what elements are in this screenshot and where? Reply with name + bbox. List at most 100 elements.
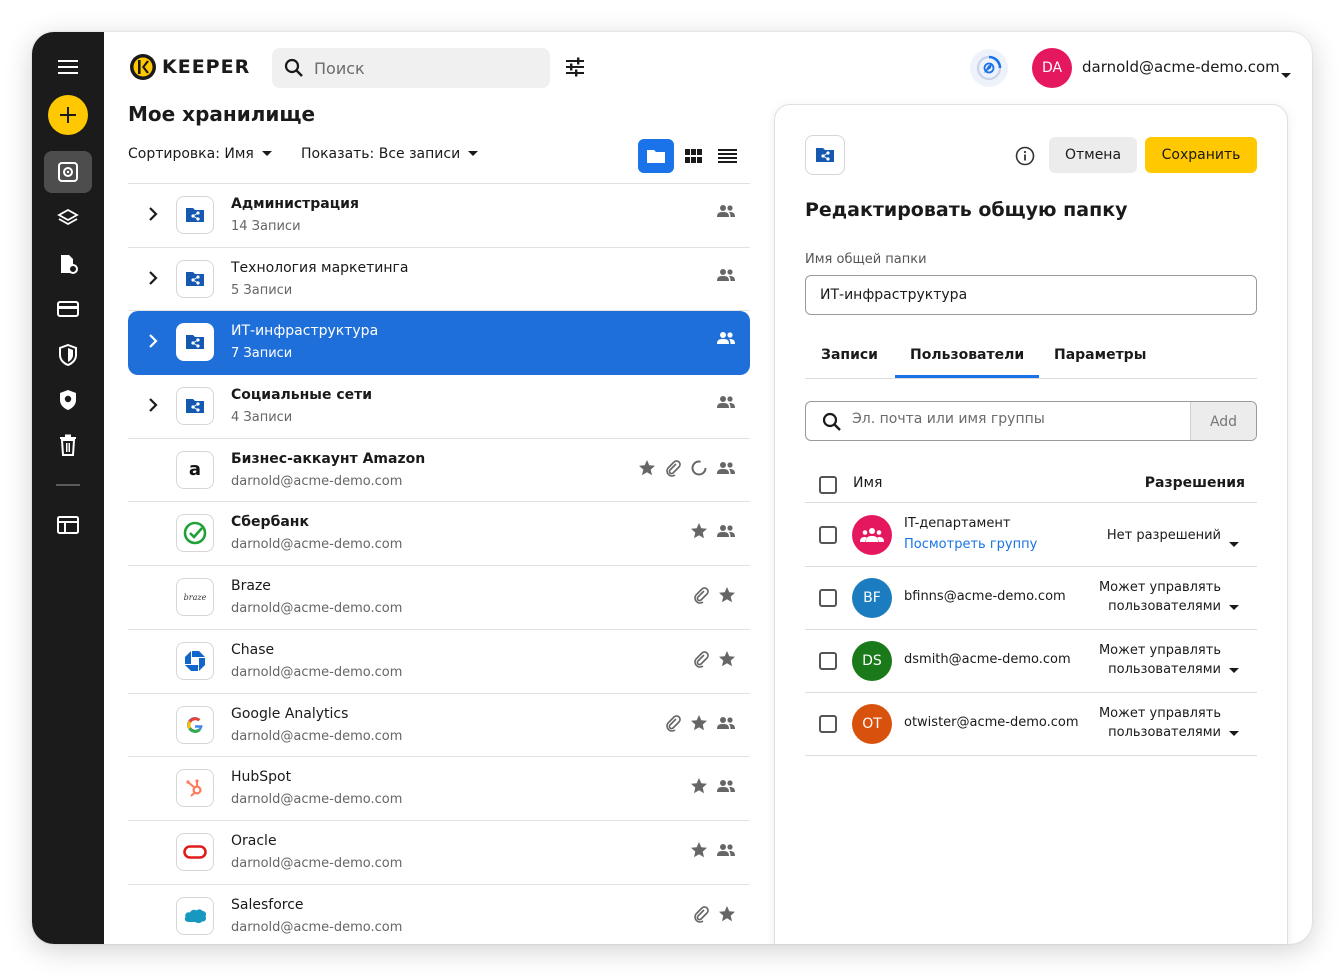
cancel-button[interactable]: Отмена xyxy=(1049,137,1137,173)
filter-settings-icon[interactable] xyxy=(564,56,588,80)
chevron-right-icon[interactable] xyxy=(148,270,162,290)
user-search-input[interactable] xyxy=(852,411,1172,427)
record-row[interactable]: Google Analytics darnold@acme-demo.com xyxy=(128,694,750,758)
row-checkbox[interactable] xyxy=(819,715,837,733)
record-row[interactable]: Сбербанк darnold@acme-demo.com xyxy=(128,502,750,567)
user-avatar[interactable]: DA xyxy=(1032,48,1072,88)
chevron-down-icon[interactable] xyxy=(1229,659,1239,678)
sync-status-icon[interactable] xyxy=(970,49,1008,87)
user-avatar: OT xyxy=(852,704,892,744)
shared-folder-icon xyxy=(176,196,214,234)
attachment-icon[interactable] xyxy=(692,905,710,923)
row-checkbox[interactable] xyxy=(819,652,837,670)
attachment-icon[interactable] xyxy=(664,714,682,732)
trash-icon[interactable] xyxy=(44,424,92,466)
record-row[interactable]: Chase darnold@acme-demo.com xyxy=(128,630,750,694)
column-permissions: Разрешения xyxy=(1144,475,1245,491)
chevron-down-icon[interactable] xyxy=(1229,596,1239,615)
star-icon[interactable] xyxy=(690,841,708,859)
create-new-button[interactable] xyxy=(48,95,88,135)
record-row[interactable]: a Бизнес-аккаунт Amazon darnold@acme-dem… xyxy=(128,439,750,503)
braze-icon: braze xyxy=(176,578,214,617)
row-subtitle: darnold@acme-demo.com xyxy=(231,537,403,553)
attachment-icon[interactable] xyxy=(692,650,710,668)
record-row[interactable]: Salesforce darnold@acme-demo.com xyxy=(128,885,750,944)
shared-users-icon xyxy=(717,780,735,793)
shield-icon[interactable] xyxy=(44,334,92,376)
permission-dropdown[interactable]: Может управлять пользователями xyxy=(1091,704,1221,742)
chevron-right-icon[interactable] xyxy=(148,397,162,417)
folder-row[interactable]: Администрация 14 Записи xyxy=(128,184,750,248)
info-icon[interactable] xyxy=(1015,146,1035,170)
record-row[interactable]: Oracle darnold@acme-demo.com xyxy=(128,821,750,885)
folder-row-selected[interactable]: ИТ-инфраструктура 7 Записи xyxy=(128,311,750,376)
chevron-right-icon[interactable] xyxy=(148,333,162,353)
vault-icon[interactable] xyxy=(44,151,92,193)
row-checkbox[interactable] xyxy=(819,526,837,544)
user-avatar: BF xyxy=(852,578,892,618)
row-checkbox[interactable] xyxy=(819,589,837,607)
tab-users[interactable]: Пользователи xyxy=(910,347,1024,363)
vault-search[interactable] xyxy=(272,48,550,88)
sort-dropdown[interactable]: Сортировка: Имя xyxy=(128,146,272,162)
permission-dropdown[interactable]: Может управлять пользователями xyxy=(1091,578,1221,616)
permission-dropdown[interactable]: Нет разрешений xyxy=(1107,526,1221,545)
chevron-down-icon[interactable] xyxy=(1229,533,1239,552)
hubspot-icon xyxy=(176,769,214,808)
row-subtitle: darnold@acme-demo.com xyxy=(231,473,403,489)
user-email: bfinns@acme-demo.com xyxy=(904,589,1066,604)
row-title: HubSpot xyxy=(231,769,292,786)
list-view-button[interactable] xyxy=(712,139,742,173)
select-all-checkbox[interactable] xyxy=(819,476,837,494)
folder-name-input[interactable] xyxy=(805,275,1257,315)
star-icon[interactable] xyxy=(690,777,708,795)
view-group-link[interactable]: Посмотреть группу xyxy=(904,537,1037,552)
chevron-down-icon[interactable] xyxy=(1280,65,1292,84)
chevron-right-icon[interactable] xyxy=(148,206,162,226)
file-settings-icon[interactable] xyxy=(44,243,92,285)
folder-view-button[interactable] xyxy=(638,139,674,173)
tab-records[interactable]: Записи xyxy=(821,347,878,363)
breachwatch-icon[interactable] xyxy=(44,379,92,421)
record-row[interactable]: braze Braze darnold@acme-demo.com xyxy=(128,566,750,630)
star-icon[interactable] xyxy=(638,459,656,477)
row-title: ИТ-инфраструктура xyxy=(231,323,379,340)
tab-settings[interactable]: Параметры xyxy=(1054,347,1146,363)
shared-users-icon xyxy=(717,332,735,345)
user-email: otwister@acme-demo.com xyxy=(904,715,1079,730)
show-filter-dropdown[interactable]: Показать: Все записи xyxy=(301,146,479,162)
star-icon[interactable] xyxy=(718,586,736,604)
user-email[interactable]: darnold@acme-demo.com xyxy=(1082,58,1280,76)
sort-label: Сортировка: Имя xyxy=(128,146,254,162)
row-subtitle: darnold@acme-demo.com xyxy=(231,855,403,871)
attachment-icon[interactable] xyxy=(664,459,682,477)
folder-row[interactable]: Социальные сети 4 Записи xyxy=(128,375,750,439)
star-icon[interactable] xyxy=(690,522,708,540)
star-icon[interactable] xyxy=(690,714,708,732)
record-row[interactable]: HubSpot darnold@acme-demo.com xyxy=(128,757,750,821)
grid-view-button[interactable] xyxy=(684,139,702,173)
add-user-button[interactable]: Add xyxy=(1190,402,1256,440)
keeper-logo: KEEPER xyxy=(130,54,250,80)
save-button[interactable]: Сохранить xyxy=(1145,137,1257,173)
permission-dropdown[interactable]: Может управлять пользователями xyxy=(1091,641,1221,679)
row-subtitle: 4 Записи xyxy=(231,410,293,426)
row-title: Социальные сети xyxy=(231,387,373,404)
menu-icon[interactable] xyxy=(44,46,92,88)
chevron-down-icon[interactable] xyxy=(1229,722,1239,741)
search-input[interactable] xyxy=(314,58,514,78)
user-row: BF bfinns@acme-demo.com Может управлять … xyxy=(805,567,1257,630)
star-icon[interactable] xyxy=(718,650,736,668)
payment-card-icon[interactable] xyxy=(44,288,92,330)
row-title: Braze xyxy=(231,578,271,595)
user-row: IT-департамент Посмотреть группу Нет раз… xyxy=(805,504,1257,567)
side-rail xyxy=(32,32,104,944)
attachment-icon[interactable] xyxy=(692,586,710,604)
row-title: Chase xyxy=(231,641,275,658)
layers-icon[interactable] xyxy=(44,197,92,239)
app-window: KEEPER DA darnold@acme-demo.com Мое хран… xyxy=(32,32,1312,944)
admin-console-icon[interactable] xyxy=(44,504,92,546)
star-icon[interactable] xyxy=(718,905,736,923)
folder-row[interactable]: Технология маркетинга 5 Записи xyxy=(128,248,750,312)
row-subtitle: darnold@acme-demo.com xyxy=(231,601,403,617)
